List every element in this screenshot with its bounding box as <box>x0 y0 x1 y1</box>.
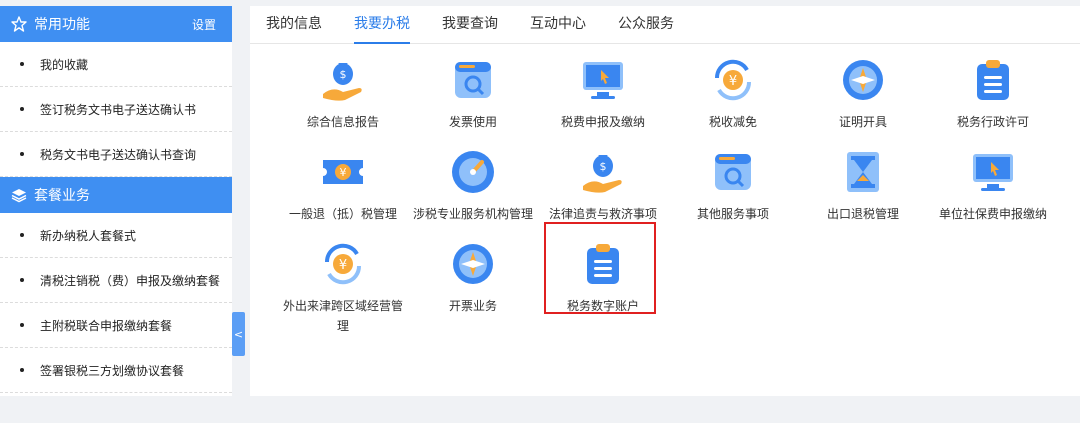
settings-link[interactable]: 设置 <box>192 16 216 33</box>
yen-cycle-icon: ¥ <box>709 56 757 104</box>
sidebar-item-sign-confirmation[interactable]: 签订税务文书电子送达确认书 <box>0 87 232 132</box>
sidebar-item-deregistration[interactable]: 清税注销税（费）申报及缴纳套餐 <box>0 258 232 303</box>
service-tile-label: 税务行政许可 <box>956 115 1029 129</box>
invoice-search-icon <box>709 148 757 196</box>
service-tile[interactable]: ¥ 税收减免 <box>668 56 798 140</box>
sidebar-item-label: 新办纳税人套餐式 <box>40 228 137 243</box>
sidebar: 常用功能 设置 我的收藏 签订税务文书电子送达确认书 税务文书电子送达确认书查询… <box>0 6 232 396</box>
service-tile[interactable]: 发票使用 <box>408 56 538 140</box>
service-tile-label: 法律追责与救济事项 <box>548 207 657 221</box>
compass-icon <box>839 56 887 104</box>
yen-cycle-icon: ¥ <box>319 240 367 288</box>
tab-my-info[interactable]: 我的信息 <box>250 5 338 43</box>
svg-text:¥: ¥ <box>729 74 737 89</box>
service-tile[interactable]: 税务行政许可 <box>928 56 1058 140</box>
service-tile[interactable]: 其他服务事项 <box>668 148 798 232</box>
main-panel: 我的信息 我要办税 我要查询 互动中心 公众服务 $ 综合信息报告 发票使用 税费申报… <box>250 6 1080 396</box>
service-tile[interactable]: 涉税专业服务机构管理 <box>408 148 538 232</box>
layers-icon <box>10 186 28 204</box>
service-tile-label: 单位社保费申报缴纳 <box>938 207 1047 221</box>
svg-text:¥: ¥ <box>339 258 347 273</box>
service-tile[interactable]: ¥ 外出来津跨区域经营管理 <box>278 240 408 333</box>
service-tile[interactable]: 单位社保费申报缴纳 <box>928 148 1058 232</box>
app-root: 常用功能 设置 我的收藏 签订税务文书电子送达确认书 税务文书电子送达确认书查询… <box>0 0 1080 423</box>
svg-text:$: $ <box>340 68 347 81</box>
sidebar-header-common: 常用功能 设置 <box>0 6 232 42</box>
bullet-icon <box>20 368 24 372</box>
sidebar-item-label: 签订税务文书电子送达确认书 <box>40 102 197 117</box>
service-tile[interactable]: 税费申报及缴纳 <box>538 56 668 140</box>
service-tile-label: 税费申报及缴纳 <box>560 115 645 129</box>
bullet-icon <box>20 152 24 156</box>
bullet-icon <box>20 323 24 327</box>
sidebar-item-label: 签署银税三方划缴协议套餐 <box>40 363 185 378</box>
sidebar-item-joint-filing[interactable]: 主附税联合申报缴纳套餐 <box>0 303 232 348</box>
service-tile[interactable]: $ 法律追责与救济事项 <box>538 148 668 232</box>
compass-icon <box>449 240 497 288</box>
bullet-icon <box>20 107 24 111</box>
service-tile-label: 开票业务 <box>448 299 497 313</box>
service-tile[interactable]: 出口退税管理 <box>798 148 928 232</box>
tab-interaction[interactable]: 互动中心 <box>514 5 602 43</box>
money-bag-hand-icon: $ <box>319 56 367 104</box>
service-tile-label: 出口退税管理 <box>826 207 899 221</box>
svg-text:¥: ¥ <box>340 166 347 179</box>
money-bag-hand-icon: $ <box>579 148 627 196</box>
yen-ticket-icon: ¥ <box>319 148 367 196</box>
tab-tax-handling[interactable]: 我要办税 <box>338 5 426 44</box>
service-tile-label: 涉税专业服务机构管理 <box>412 207 533 221</box>
gauge-icon <box>449 148 497 196</box>
sidebar-section-title: 常用功能 <box>34 17 90 33</box>
monitor-cursor-icon <box>969 148 1017 196</box>
sidebar-item-bank-agreement[interactable]: 签署银税三方划缴协议套餐 <box>0 348 232 393</box>
selection-highlight <box>544 222 656 314</box>
service-tile[interactable]: 证明开具 <box>798 56 928 140</box>
service-tile-label: 税收减免 <box>708 115 757 129</box>
service-tile-label: 外出来津跨区域经营管理 <box>283 299 404 333</box>
service-tile-label: 一般退（抵）税管理 <box>288 207 397 221</box>
sidebar-item-label: 我的收藏 <box>40 57 89 72</box>
chevron-left-icon: < <box>233 327 244 341</box>
sidebar-item-favorites[interactable]: 我的收藏 <box>0 42 232 87</box>
sidebar-item-label: 税务文书电子送达确认书查询 <box>40 147 197 162</box>
svg-text:$: $ <box>600 160 607 173</box>
sidebar-item-confirmation-query[interactable]: 税务文书电子送达确认书查询 <box>0 132 232 177</box>
clipboard-icon <box>969 56 1017 104</box>
sidebar-item-label: 主附税联合申报缴纳套餐 <box>40 318 173 333</box>
service-tile-label: 其他服务事项 <box>696 207 769 221</box>
service-tile[interactable]: $ 综合信息报告 <box>278 56 408 140</box>
sidebar-header-packages: 套餐业务 <box>0 177 232 213</box>
star-icon <box>10 15 28 33</box>
bullet-icon <box>20 233 24 237</box>
bullet-icon <box>20 62 24 66</box>
service-tile[interactable]: 开票业务 <box>408 240 538 324</box>
sidebar-item-new-taxpayer[interactable]: 新办纳税人套餐式 <box>0 213 232 258</box>
service-tile-label: 证明开具 <box>838 115 887 129</box>
tab-public-service[interactable]: 公众服务 <box>602 5 690 43</box>
service-tile-label: 综合信息报告 <box>306 115 379 129</box>
service-tile-label: 发票使用 <box>448 115 497 129</box>
collapse-sidebar-button[interactable]: < <box>232 312 245 356</box>
monitor-cursor-icon <box>579 56 627 104</box>
sidebar-section-title: 套餐业务 <box>34 188 90 204</box>
sidebar-item-label: 清税注销税（费）申报及缴纳套餐 <box>40 273 221 288</box>
tab-bar: 我的信息 我要办税 我要查询 互动中心 公众服务 <box>250 6 1080 44</box>
bullet-icon <box>20 278 24 282</box>
tab-query[interactable]: 我要查询 <box>426 5 514 43</box>
invoice-search-icon <box>449 56 497 104</box>
service-tile[interactable]: ¥ 一般退（抵）税管理 <box>278 148 408 232</box>
hourglass-icon <box>839 148 887 196</box>
